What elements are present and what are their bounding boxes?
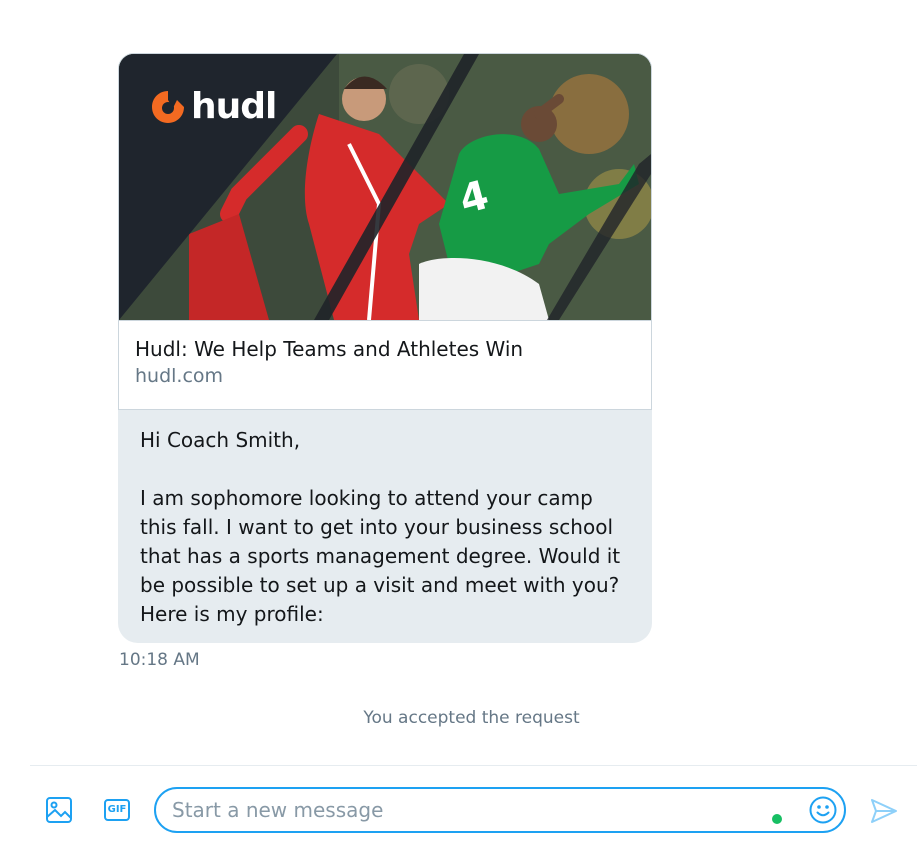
message-greeting: Hi Coach Smith, [140,428,301,452]
image-icon [46,797,72,823]
status-dot [772,814,782,824]
hudl-mark-icon [152,91,184,123]
link-preview-domain[interactable]: hudl.com [135,363,635,390]
link-preview-title[interactable]: Hudl: We Help Teams and Athletes Win [135,335,635,363]
smiley-icon [809,796,837,824]
message-bubble: Hi Coach Smith, I am sophomore looking t… [118,410,652,643]
send-icon [871,799,897,823]
emoji-button[interactable] [806,793,840,827]
message-composer: GIF [0,784,917,838]
request-accepted-note: You accepted the request [363,708,580,728]
link-preview-image[interactable]: 4 hudl [119,54,651,320]
message-group: 4 hudl Hudl: We Help Teams and Athletes … [118,53,652,643]
hudl-wordmark: hudl [191,86,277,127]
message-timestamp: 10:18 AM [119,650,200,670]
send-button[interactable] [868,795,900,827]
gif-button[interactable]: GIF [102,795,132,825]
composer-divider [30,765,917,766]
message-input[interactable] [172,796,752,824]
link-preview-text[interactable]: Hudl: We Help Teams and Athletes Win hud… [119,320,651,409]
gif-icon: GIF [104,799,130,821]
message-input-container[interactable] [154,787,846,833]
link-preview-card[interactable]: 4 hudl Hudl: We Help Teams and Athletes … [118,53,652,410]
message-body: I am sophomore looking to attend your ca… [140,486,621,626]
media-button[interactable] [42,793,76,827]
hudl-logo: hudl [149,86,277,127]
